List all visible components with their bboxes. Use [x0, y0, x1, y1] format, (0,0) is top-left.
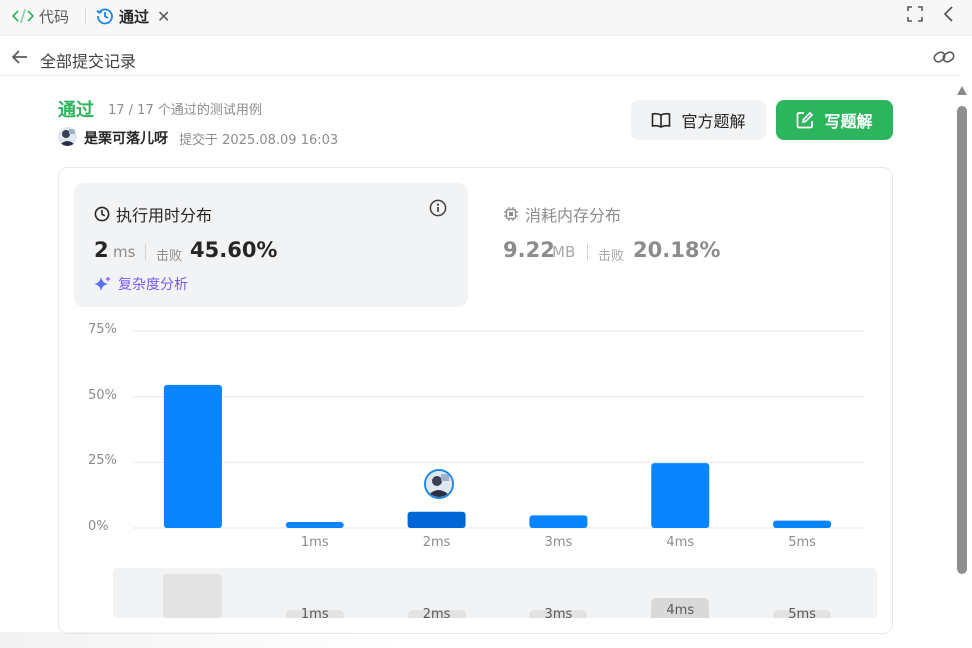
my-submission-avatar-marker[interactable] — [424, 469, 454, 499]
x-tick-label: 2ms — [422, 535, 451, 550]
x-tick-label: 4ms — [666, 535, 695, 550]
bar[interactable] — [773, 520, 832, 528]
x-tick-label: 1ms — [300, 535, 329, 550]
x-tick-label: 5ms — [788, 535, 816, 550]
bar-selected[interactable] — [407, 511, 466, 528]
y-tick-label: 0% — [88, 519, 109, 534]
bar[interactable] — [285, 521, 344, 528]
runtime-distribution-chart — [133, 330, 864, 529]
bar[interactable] — [529, 515, 588, 528]
bar[interactable] — [163, 384, 222, 528]
y-tick-label: 75% — [88, 322, 117, 337]
y-tick-label: 25% — [88, 453, 117, 469]
bottom-shadow — [0, 632, 400, 648]
submission-result-panel: 代码 通过 ✕ 全部提交记录 通过 17 / 17 个通过的测试用例 是栗可落儿… — [0, 0, 972, 648]
navigator-label: 1ms — [285, 608, 344, 621]
navigator-label: 3ms — [529, 608, 588, 621]
bar[interactable] — [651, 463, 710, 528]
y-tick-label: 50% — [88, 387, 117, 403]
navigator-window-handle[interactable] — [163, 574, 222, 618]
navigator-label: 5ms — [773, 608, 832, 621]
navigator-label: 2ms — [407, 608, 466, 621]
navigator-label: 4ms — [651, 598, 710, 618]
x-tick-label: 3ms — [544, 535, 573, 550]
chart-range-navigator[interactable] — [113, 568, 877, 618]
